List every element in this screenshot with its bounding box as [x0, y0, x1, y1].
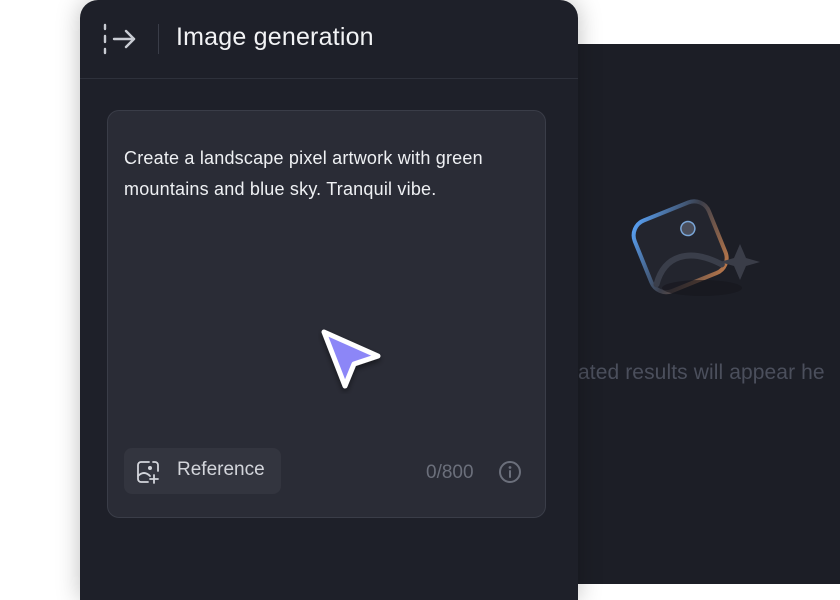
prompt-text[interactable]: Create a landscape pixel artwork with gr…	[124, 143, 536, 205]
image-placeholder-icon	[631, 199, 760, 296]
mouse-pointer-icon	[321, 329, 381, 389]
panel-title: Image generation	[176, 23, 374, 51]
info-icon[interactable]	[498, 460, 522, 484]
add-image-icon	[137, 461, 159, 484]
results-placeholder-text: ated results will appear he	[578, 361, 825, 384]
expand-panel-icon[interactable]	[102, 22, 138, 56]
image-generation-panel: Image generation Create a landscape pixe…	[80, 0, 578, 600]
reference-label: Reference	[177, 459, 265, 480]
reference-button[interactable]: Reference	[124, 448, 281, 494]
character-count: 0/800	[426, 462, 474, 483]
panel-header: Image generation	[80, 0, 578, 79]
header-divider	[158, 24, 159, 54]
prompt-input-box[interactable]: Create a landscape pixel artwork with gr…	[107, 110, 546, 518]
